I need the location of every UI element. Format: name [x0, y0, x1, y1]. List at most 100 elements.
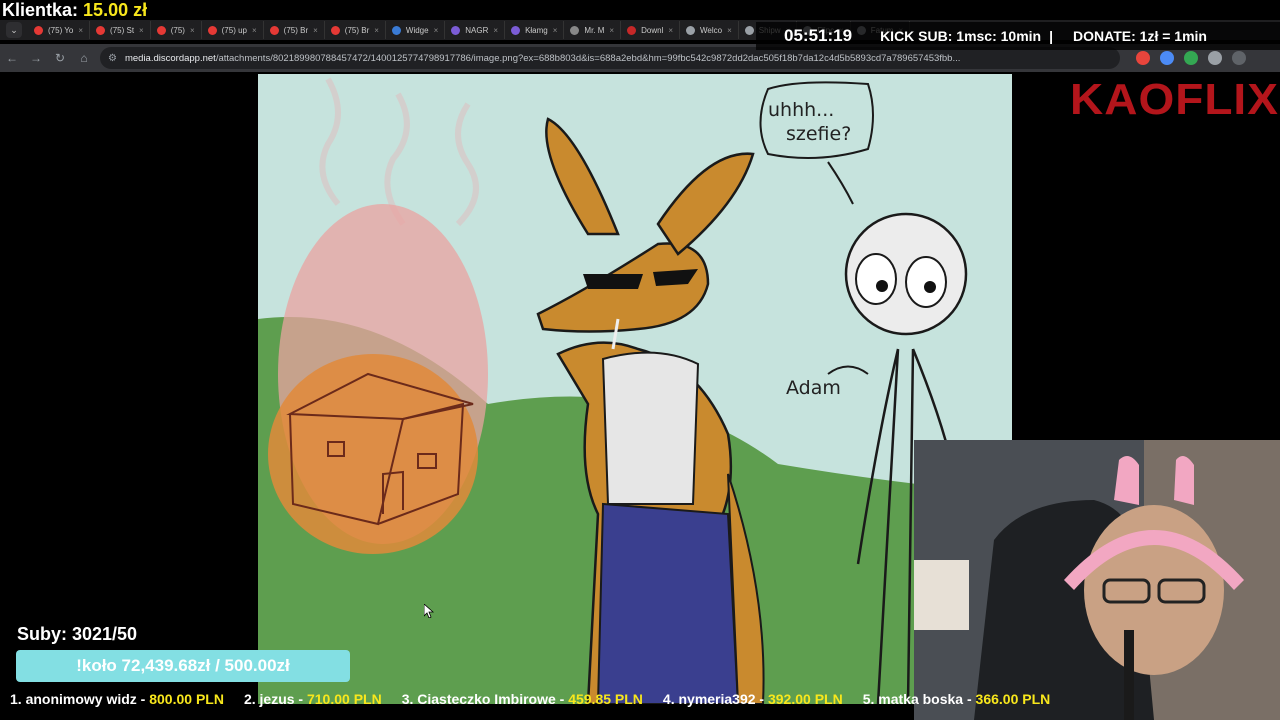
extension-red-icon[interactable] — [1136, 51, 1150, 65]
donor-amount: 710.00 PLN — [306, 691, 382, 707]
tab-favicon-icon — [570, 25, 580, 35]
browser-tab[interactable]: Welco × — [680, 21, 739, 39]
profile-icon[interactable] — [1232, 51, 1246, 65]
kangaroo-ear-left — [545, 117, 620, 236]
client-amount: 15.00 zł — [83, 0, 148, 20]
tab-search-icon[interactable]: ⌄ — [6, 22, 22, 38]
donor-amount: 800.00 PLN — [149, 691, 224, 707]
browser-tab[interactable]: (75) Yo × — [28, 21, 91, 39]
extensions-puzzle-icon[interactable] — [1208, 51, 1222, 65]
timer-overlay: 05:51:19 KICK SUB: 1msc: 10min | DONATE:… — [756, 22, 1280, 50]
browser-tab[interactable]: NAGR × — [445, 21, 506, 39]
extension-green-icon[interactable] — [1184, 51, 1198, 65]
pants — [596, 502, 740, 704]
site-info-icon[interactable]: ⚙ — [108, 53, 117, 64]
brand-logo: KAOFLIX — [1070, 74, 1279, 124]
tab-favicon-icon — [391, 25, 401, 35]
leaderboard-entry: 4. nymeria392 - 392.00 PLN — [663, 691, 843, 707]
tab-label: (75) Yo — [48, 25, 74, 35]
tab-close-icon[interactable]: × — [374, 26, 379, 35]
adam-name-label: Adam — [786, 377, 841, 399]
tab-close-icon[interactable]: × — [668, 26, 673, 35]
client-overlay: Klientka: 15.00 zł — [2, 0, 147, 22]
stream-clock: 05:51:19 — [784, 26, 853, 45]
tab-close-icon[interactable]: × — [434, 26, 439, 35]
tab-favicon-icon — [330, 25, 340, 35]
tab-close-icon[interactable]: × — [313, 26, 318, 35]
browser-tab[interactable]: (75) Br × — [264, 21, 325, 39]
donor-name: 2. jezus - — [243, 691, 307, 707]
tab-label: Welco — [700, 25, 723, 35]
browser-tab[interactable]: Mr. M × — [564, 21, 622, 39]
tab-label: (75) Br — [283, 25, 309, 35]
tab-favicon-icon — [207, 25, 217, 35]
url-text: media.discordapp.net/attachments/8021899… — [125, 53, 960, 64]
smoke — [455, 102, 479, 227]
donor-amount: 392.00 PLN — [767, 691, 843, 707]
tab-label: (75) St — [110, 25, 135, 35]
browser-tab[interactable]: Downl × — [621, 21, 680, 39]
tab-close-icon[interactable]: × — [493, 26, 498, 35]
tab-label: NAGR — [465, 25, 489, 35]
address-bar[interactable]: ⚙ media.discordapp.net/attachments/80218… — [100, 47, 1120, 69]
tab-label: Widge — [405, 25, 429, 35]
browser-tab[interactable]: (75) Br × — [325, 21, 386, 39]
tab-close-icon[interactable]: × — [553, 26, 558, 35]
browser-tab[interactable]: Kłamg × — [505, 21, 565, 39]
url-path: /attachments/802189980788457472/14001257… — [215, 52, 961, 64]
subs-counter: Suby: 3021/50 — [17, 624, 138, 644]
leaderboard-entry: 1. anonimowy widz - 800.00 PLN — [10, 691, 224, 707]
tab-close-icon[interactable]: × — [252, 26, 257, 35]
fire — [268, 354, 478, 554]
webcam-canvas — [914, 440, 1280, 720]
tab-favicon-icon — [744, 25, 754, 35]
drawing-canvas: uhhh... szefie? Adam — [258, 77, 1012, 704]
donor-amount: 459.85 PLN — [568, 691, 643, 707]
tab-close-icon[interactable]: × — [139, 26, 144, 35]
browser-tab[interactable]: (75) up × — [202, 21, 264, 39]
browser-tab[interactable]: Widge × — [386, 21, 446, 39]
home-icon[interactable]: ⌂ — [72, 46, 96, 70]
tab-close-icon[interactable]: × — [727, 26, 732, 35]
tab-favicon-icon — [627, 25, 637, 35]
tab-close-icon[interactable]: × — [78, 26, 83, 35]
tab-favicon-icon — [156, 25, 166, 35]
tab-label: Mr. M — [584, 25, 605, 35]
leaderboard-entry: 3. Ciasteczko Imbirowe - 459.85 PLN — [402, 691, 643, 707]
kick-sub-info: KICK SUB: 1msc: 10min — [880, 28, 1042, 44]
donor-name: 5. matka boska - — [862, 691, 976, 707]
reload-icon[interactable]: ↻ — [48, 46, 72, 70]
tab-label: (75) up — [221, 25, 247, 35]
donor-name: 3. Ciasteczko Imbirowe - — [401, 691, 569, 707]
leaderboard-entry: 2. jezus - 710.00 PLN — [244, 691, 382, 707]
browser-tab[interactable]: (75) St × — [90, 21, 151, 39]
smoke — [319, 77, 341, 206]
tab-close-icon[interactable]: × — [609, 26, 614, 35]
tab-close-icon[interactable]: × — [190, 26, 195, 35]
webcam-feed — [914, 440, 1280, 720]
browser-tab[interactable]: (75) × — [151, 21, 202, 39]
donate-info: DONATE: 1zł = 1min — [1073, 28, 1207, 44]
poster — [914, 560, 969, 630]
tab-favicon-icon — [511, 25, 521, 35]
displayed-image[interactable]: uhhh... szefie? Adam — [258, 74, 1012, 704]
kangaroo-ear-right — [656, 152, 755, 256]
donor-name: 4. nymeria392 - — [662, 691, 768, 707]
tab-label: (75) — [170, 25, 185, 35]
donor-leaderboard: 1. anonimowy widz - 800.00 PLN 2. jezus -… — [0, 688, 1280, 710]
tab-label: Downl — [641, 25, 664, 35]
speech-text-line1: uhhh... — [768, 99, 834, 121]
client-label: Klientka: — [2, 0, 79, 20]
donor-name: 1. anonimowy widz - — [10, 691, 150, 707]
separator: | — [1049, 28, 1054, 44]
mouse-cursor-icon — [424, 604, 434, 618]
leaderboard-entry: 5. matka boska - 366.00 PLN — [863, 691, 1051, 707]
adam-eye-right — [905, 256, 947, 308]
extension-blue-icon[interactable] — [1160, 51, 1174, 65]
tab-favicon-icon — [451, 25, 461, 35]
speech-text-line2: szefie? — [786, 123, 851, 145]
extension-icons — [1126, 51, 1246, 65]
tab-favicon-icon — [269, 25, 279, 35]
back-icon[interactable]: ← — [0, 46, 24, 70]
forward-icon[interactable]: → — [24, 46, 48, 70]
